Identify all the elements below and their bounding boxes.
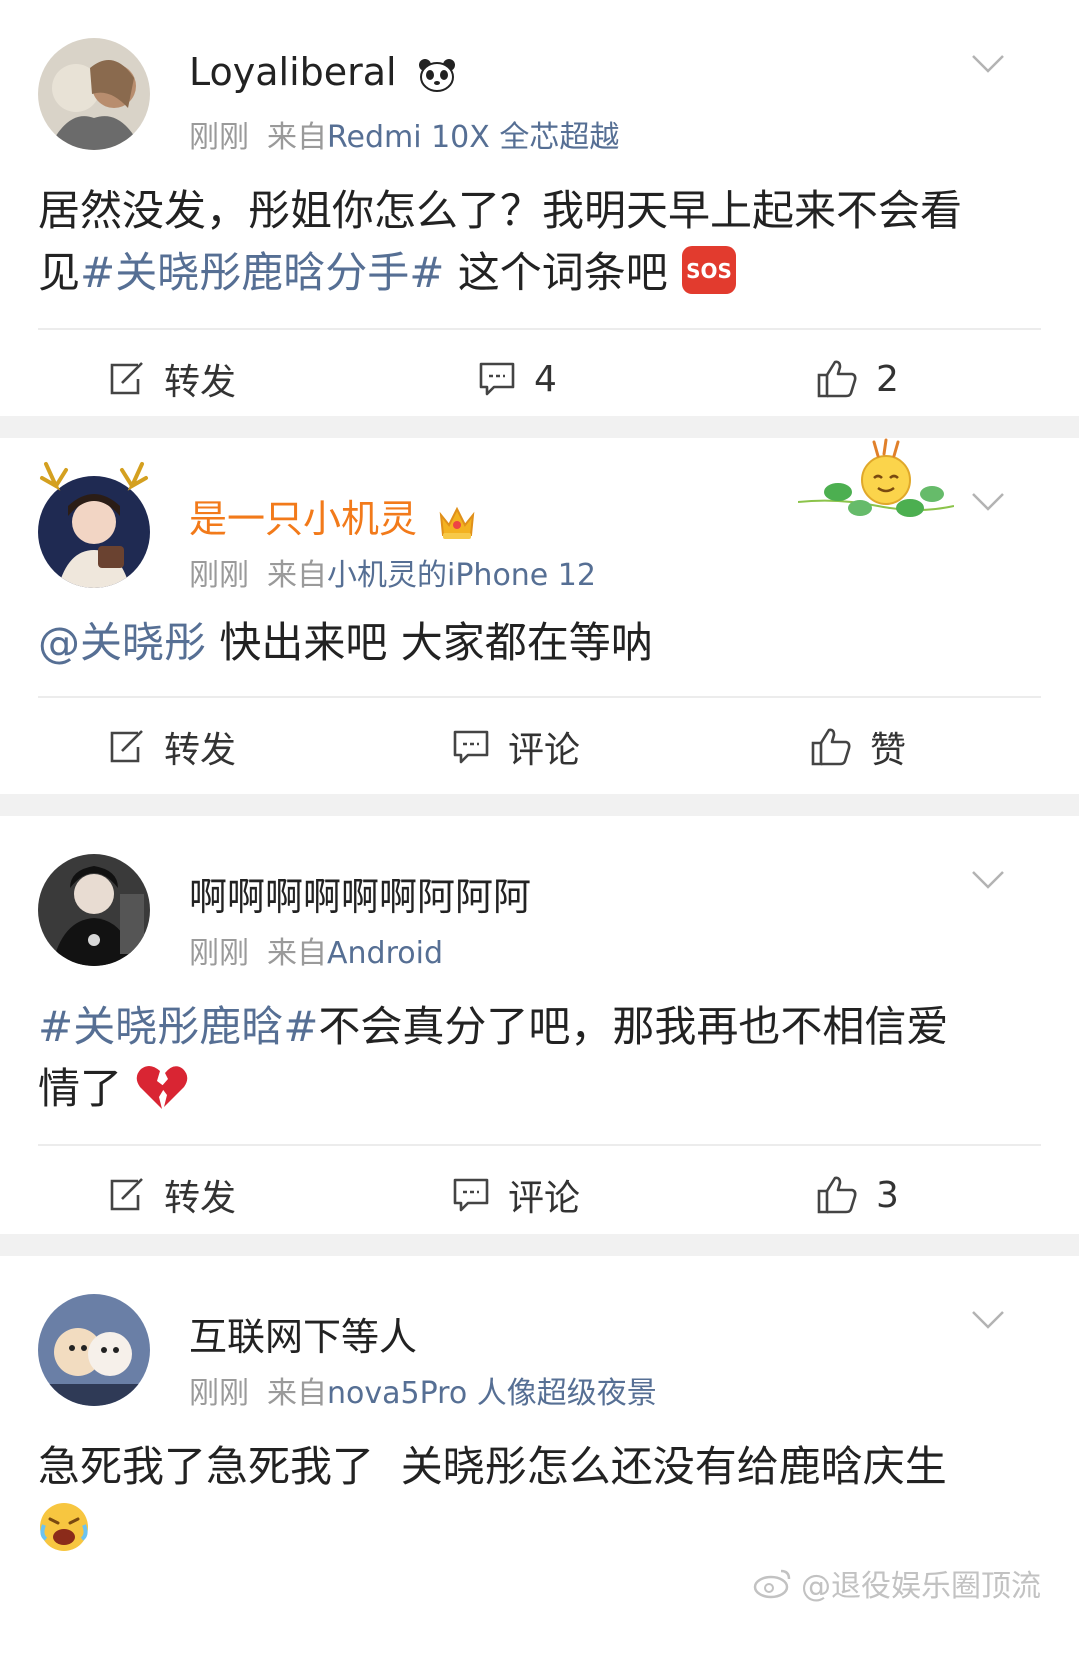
repost-button[interactable]: 转发 xyxy=(108,1146,236,1244)
username[interactable]: 啊啊啊啊啊啊阿阿阿 xyxy=(189,866,531,921)
chevron-down-icon[interactable] xyxy=(971,52,1005,76)
repost-icon xyxy=(110,730,143,763)
comment-icon xyxy=(453,730,489,764)
source-prefix: 来自 xyxy=(267,936,327,971)
content-text: 见 xyxy=(38,248,81,297)
post-time: 刚刚 xyxy=(189,1376,249,1411)
post-header: Loyaliberal 刚刚 来自Redmi 10X 全芯超越 xyxy=(0,0,1079,170)
post-time: 刚刚 xyxy=(189,936,249,971)
post-meta: 刚刚 来自小机灵的iPhone 12 xyxy=(189,550,596,594)
post-separator xyxy=(0,794,1079,816)
comment-button[interactable]: 评论 xyxy=(452,698,580,796)
like-button[interactable]: 赞 xyxy=(810,698,906,796)
username-text[interactable]: 互联网下等人 xyxy=(189,1315,417,1359)
comment-icon xyxy=(479,362,515,396)
post-content: #关晓彤鹿晗#不会真分了吧，那我再也不相信爱 情了 xyxy=(0,986,1079,1120)
comment-button[interactable]: 4 xyxy=(478,330,557,428)
content-text: 快出来吧 大家都在等呐 xyxy=(206,618,653,667)
weibo-logo-icon xyxy=(753,1569,791,1599)
watermark-text: @退役娱乐圈顶流 xyxy=(801,1569,1041,1604)
action-bar: 转发 4 2 xyxy=(0,330,1079,428)
content-text: 居然没发，彤姐你怎么了？我明天早上起来不会看 xyxy=(38,186,963,235)
like-button[interactable]: 2 xyxy=(816,330,899,428)
avatar[interactable] xyxy=(38,1294,150,1406)
content-text: 这个词条吧 xyxy=(444,248,668,297)
repost-button[interactable]: 转发 xyxy=(108,330,236,428)
comment-button[interactable]: 评论 xyxy=(452,1146,580,1244)
post-source[interactable]: nova5Pro 人像超级夜景 xyxy=(327,1376,657,1411)
username[interactable]: Loyaliberal xyxy=(189,50,457,94)
panda-icon xyxy=(418,58,455,92)
post-header: 啊啊啊啊啊啊阿阿阿 刚刚 来自Android xyxy=(0,816,1079,986)
post-header: 互联网下等人 刚刚 来自nova5Pro 人像超级夜景 xyxy=(0,1256,1079,1426)
post-card: 啊啊啊啊啊啊阿阿阿 刚刚 来自Android #关晓彤鹿晗#不会真分了吧，那我再也… xyxy=(0,816,1079,1234)
username-text[interactable]: 是一只小机灵 xyxy=(189,497,417,541)
like-button[interactable]: 3 xyxy=(816,1146,899,1244)
comment-icon xyxy=(453,1178,489,1212)
hashtag-link[interactable]: #关晓彤鹿晗# xyxy=(38,1002,318,1051)
repost-label[interactable]: 转发 xyxy=(164,721,236,773)
watermark: @退役娱乐圈顶流 xyxy=(753,1561,1041,1605)
username-text[interactable]: 啊啊啊啊啊啊阿阿阿 xyxy=(189,875,531,919)
post-card: Loyaliberal 刚刚 来自Redmi 10X 全芯超越 居然没发，彤姐你怎… xyxy=(0,0,1079,416)
source-prefix: 来自 xyxy=(267,120,327,155)
content-text: 急死我了急死我了 关晓彤怎么还没有给鹿晗庆生 xyxy=(38,1442,947,1491)
source-prefix: 来自 xyxy=(267,558,327,593)
thumbs-up-icon xyxy=(817,360,857,398)
hashtag-link[interactable]: #关晓彤鹿晗分手# xyxy=(80,248,444,297)
feed: Loyaliberal 刚刚 来自Redmi 10X 全芯超越 居然没发，彤姐你怎… xyxy=(0,0,1079,1656)
post-source[interactable]: Android xyxy=(327,936,443,971)
username[interactable]: 互联网下等人 xyxy=(189,1306,417,1361)
post-source[interactable]: Redmi 10X 全芯超越 xyxy=(327,120,619,155)
repost-label[interactable]: 转发 xyxy=(164,353,236,405)
sos-icon: SOS xyxy=(682,246,737,294)
post-source[interactable]: 小机灵的iPhone 12 xyxy=(327,558,596,593)
chevron-down-icon[interactable] xyxy=(971,1308,1005,1332)
thumbs-up-icon xyxy=(811,728,851,766)
chevron-down-icon[interactable] xyxy=(971,490,1005,514)
action-bar: 转发 评论 3 xyxy=(0,1146,1079,1244)
like-count[interactable]: 2 xyxy=(876,359,899,400)
comment-label[interactable]: 评论 xyxy=(508,1169,580,1221)
mention-link[interactable]: @关晓彤 xyxy=(38,618,206,667)
avatar[interactable] xyxy=(38,854,150,966)
post-meta: 刚刚 来自Redmi 10X 全芯超越 xyxy=(189,112,619,156)
post-time: 刚刚 xyxy=(189,120,249,155)
broken-heart-icon xyxy=(137,1065,188,1109)
post-content: @关晓彤 快出来吧 大家都在等呐 xyxy=(0,608,1079,674)
crying-face-icon xyxy=(40,1503,88,1551)
like-label[interactable]: 赞 xyxy=(870,721,906,773)
crown-icon xyxy=(439,506,475,539)
avatar[interactable] xyxy=(38,462,150,588)
chevron-down-icon[interactable] xyxy=(971,868,1005,892)
repost-icon xyxy=(110,1178,143,1211)
source-prefix: 来自 xyxy=(267,1376,327,1411)
post-time: 刚刚 xyxy=(189,558,249,593)
repost-label[interactable]: 转发 xyxy=(164,1169,236,1221)
comment-count[interactable]: 4 xyxy=(534,359,557,400)
content-text: 情了 xyxy=(38,1064,123,1113)
action-bar: 转发 评论 赞 xyxy=(0,698,1079,796)
post-meta: 刚刚 来自nova5Pro 人像超级夜景 xyxy=(189,1368,657,1412)
post-content: 急死我了急死我了 关晓彤怎么还没有给鹿晗庆生 xyxy=(0,1426,1079,1560)
repost-icon xyxy=(110,362,143,395)
content-text: 不会真分了吧，那我再也不相信爱 xyxy=(318,1002,949,1051)
post-content: 居然没发，彤姐你怎么了？我明天早上起来不会看 见#关晓彤鹿晗分手# 这个词条吧 … xyxy=(0,170,1079,304)
svg-text:SOS: SOS xyxy=(686,259,732,283)
comment-label[interactable]: 评论 xyxy=(508,721,580,773)
avatar[interactable] xyxy=(38,38,150,150)
username-text[interactable]: Loyaliberal xyxy=(189,50,397,94)
username[interactable]: 是一只小机灵 xyxy=(189,488,477,543)
repost-button[interactable]: 转发 xyxy=(108,698,236,796)
post-meta: 刚刚 来自Android xyxy=(189,928,443,972)
like-count[interactable]: 3 xyxy=(876,1175,899,1216)
thumbs-up-icon xyxy=(817,1176,857,1214)
leaf-sticker-icon xyxy=(798,438,954,517)
